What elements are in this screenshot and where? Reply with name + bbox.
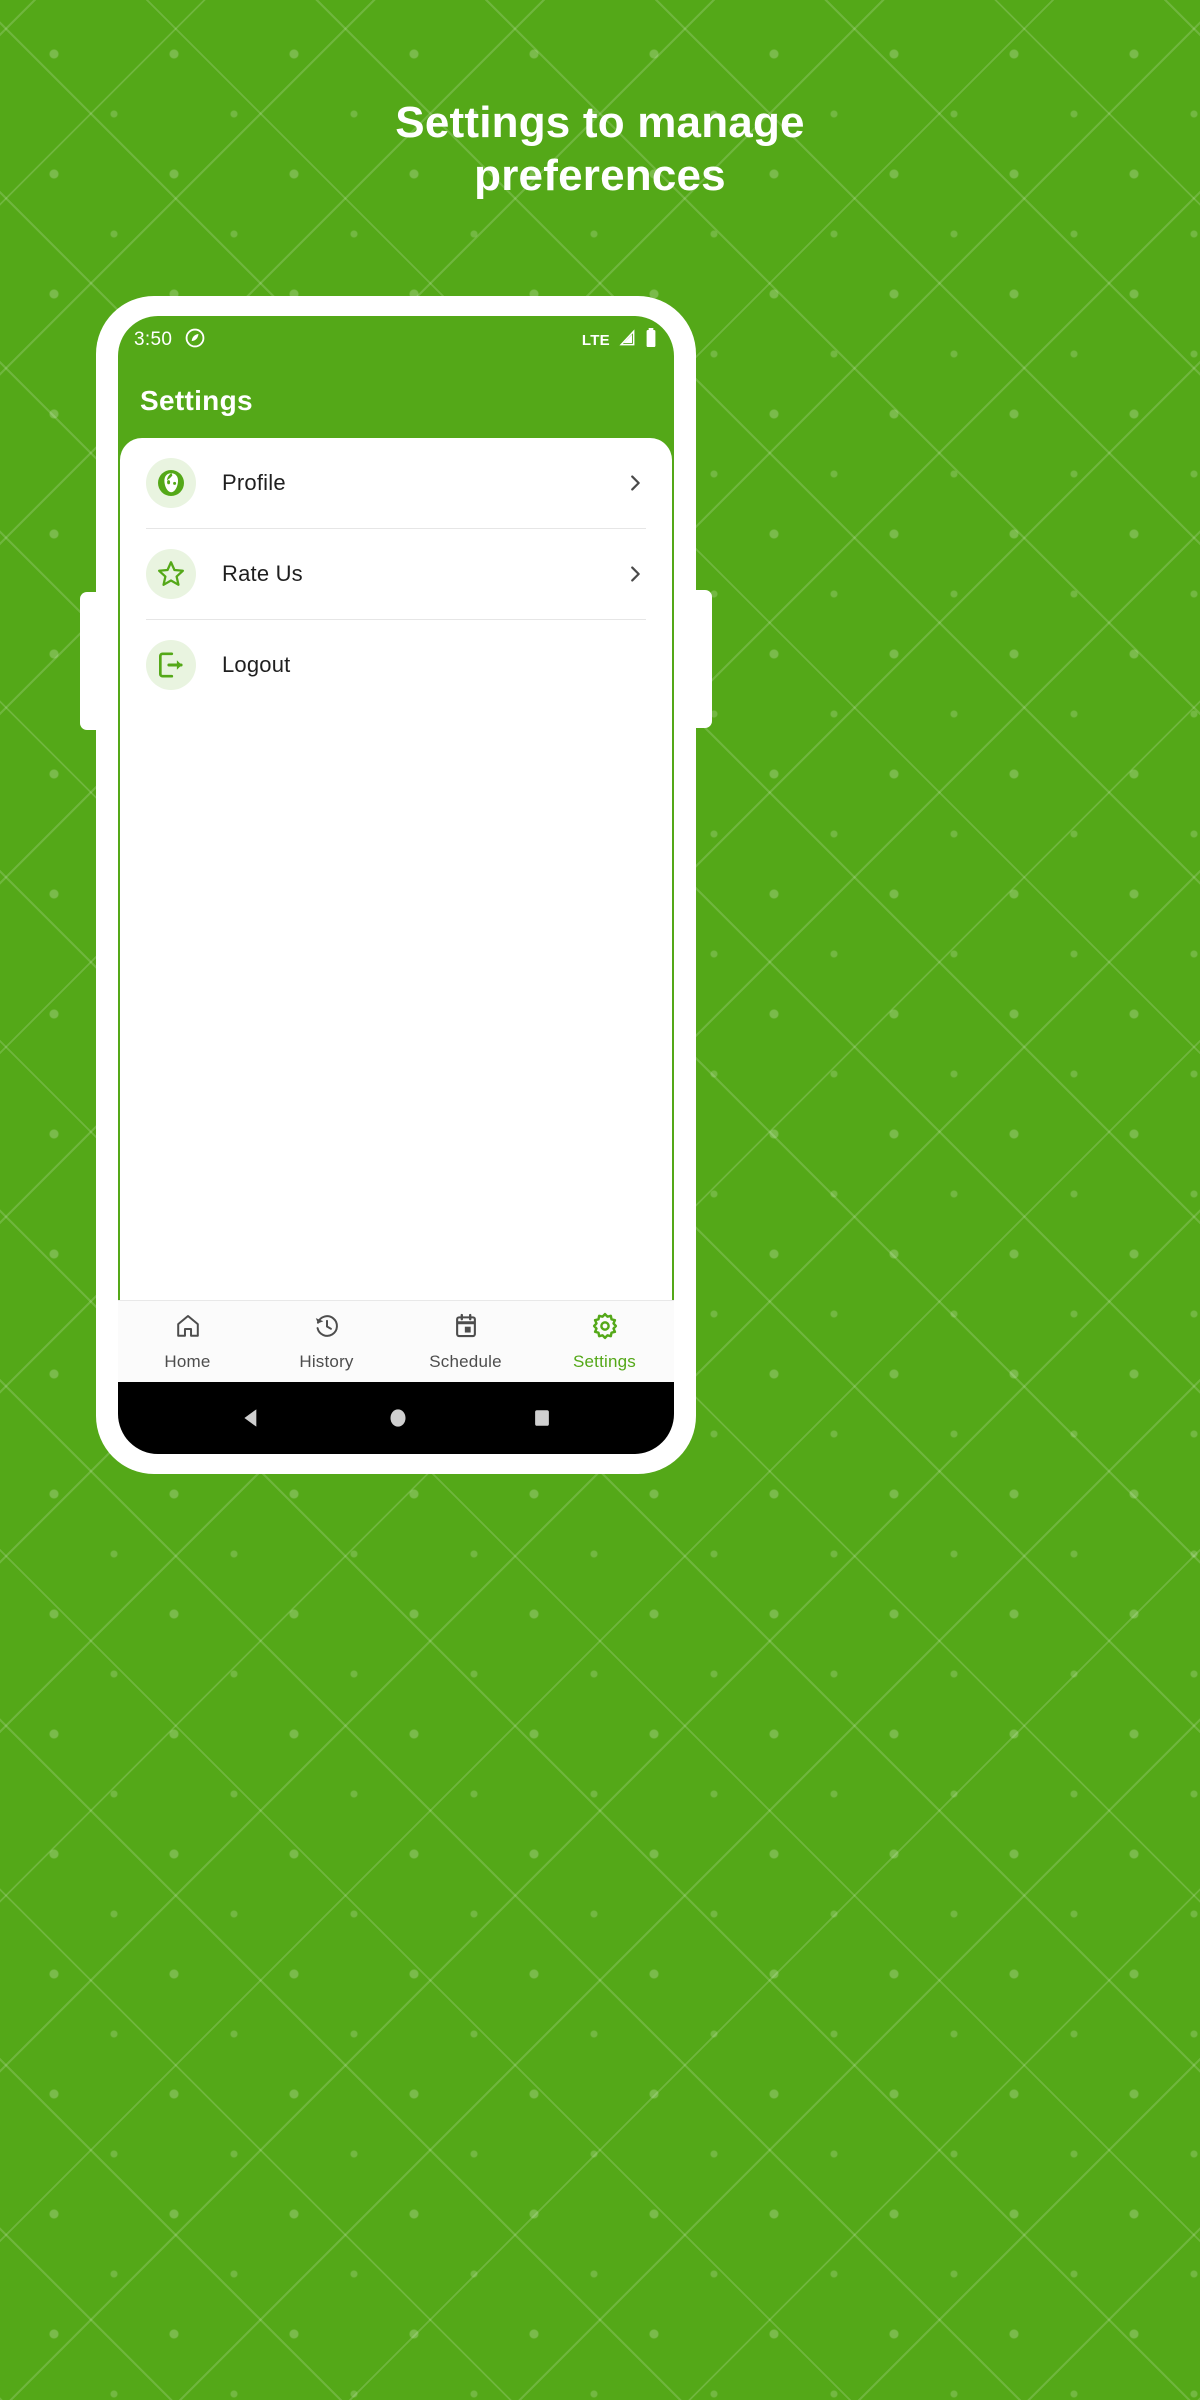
nav-item-settings[interactable]: Settings <box>535 1301 674 1382</box>
hero-heading: Settings to manage preferences <box>0 96 1200 202</box>
hero-heading-line-1: Settings to manage <box>395 98 805 147</box>
nav-item-label: Home <box>164 1351 211 1371</box>
settings-row-logout[interactable]: Logout <box>120 620 672 710</box>
user-profile-icon <box>146 458 196 508</box>
page-title: Settings <box>140 385 253 416</box>
chevron-right-icon[interactable] <box>624 472 646 494</box>
status-bar-left: 3:50 <box>134 327 206 354</box>
status-bar: 3:50 LTE <box>118 316 674 364</box>
nav-item-history[interactable]: History <box>257 1301 396 1382</box>
status-bar-clock: 3:50 <box>134 329 173 350</box>
settings-row-profile[interactable]: Profile <box>120 438 672 528</box>
phone-screen: 3:50 LTE Settings Profile Rate Us Logout… <box>118 316 674 1454</box>
chevron-right-icon[interactable] <box>624 563 646 585</box>
settings-row-label: Rate Us <box>222 561 303 586</box>
home-circle-icon[interactable] <box>387 1407 409 1429</box>
battery-full-icon <box>644 327 658 354</box>
recents-square-icon[interactable] <box>531 1407 553 1429</box>
nav-item-schedule[interactable]: Schedule <box>396 1301 535 1382</box>
app-bar: Settings <box>118 364 674 438</box>
settings-row-label: Logout <box>222 652 291 677</box>
logout-icon <box>146 640 196 690</box>
nav-item-label: Schedule <box>429 1351 502 1371</box>
content-area: Profile Rate Us Logout <box>118 438 674 1300</box>
bottom-navigation: Home History Schedule Settings <box>118 1300 674 1382</box>
nav-item-label: History <box>299 1351 354 1371</box>
calendar-icon <box>452 1312 480 1345</box>
hero-heading-line-2: preferences <box>474 151 726 200</box>
back-triangle-icon[interactable] <box>239 1405 265 1431</box>
settings-card: Profile Rate Us Logout <box>120 438 672 1300</box>
nav-item-home[interactable]: Home <box>118 1301 257 1382</box>
phone-mockup-frame: 3:50 LTE Settings Profile Rate Us Logout… <box>96 296 696 1474</box>
status-bar-right: LTE <box>582 327 658 354</box>
nav-item-label: Settings <box>572 1351 637 1371</box>
history-icon <box>313 1312 341 1345</box>
home-icon <box>174 1312 202 1345</box>
settings-row-label: Profile <box>222 470 286 495</box>
system-navigation-bar <box>118 1382 674 1454</box>
status-bar-network-label: LTE <box>581 331 610 349</box>
star-outline-icon <box>146 549 196 599</box>
privacy-indicator-icon <box>184 327 206 354</box>
signal-triangle-icon <box>617 328 637 353</box>
gear-icon <box>591 1312 619 1345</box>
settings-row-rate-us[interactable]: Rate Us <box>120 529 672 619</box>
